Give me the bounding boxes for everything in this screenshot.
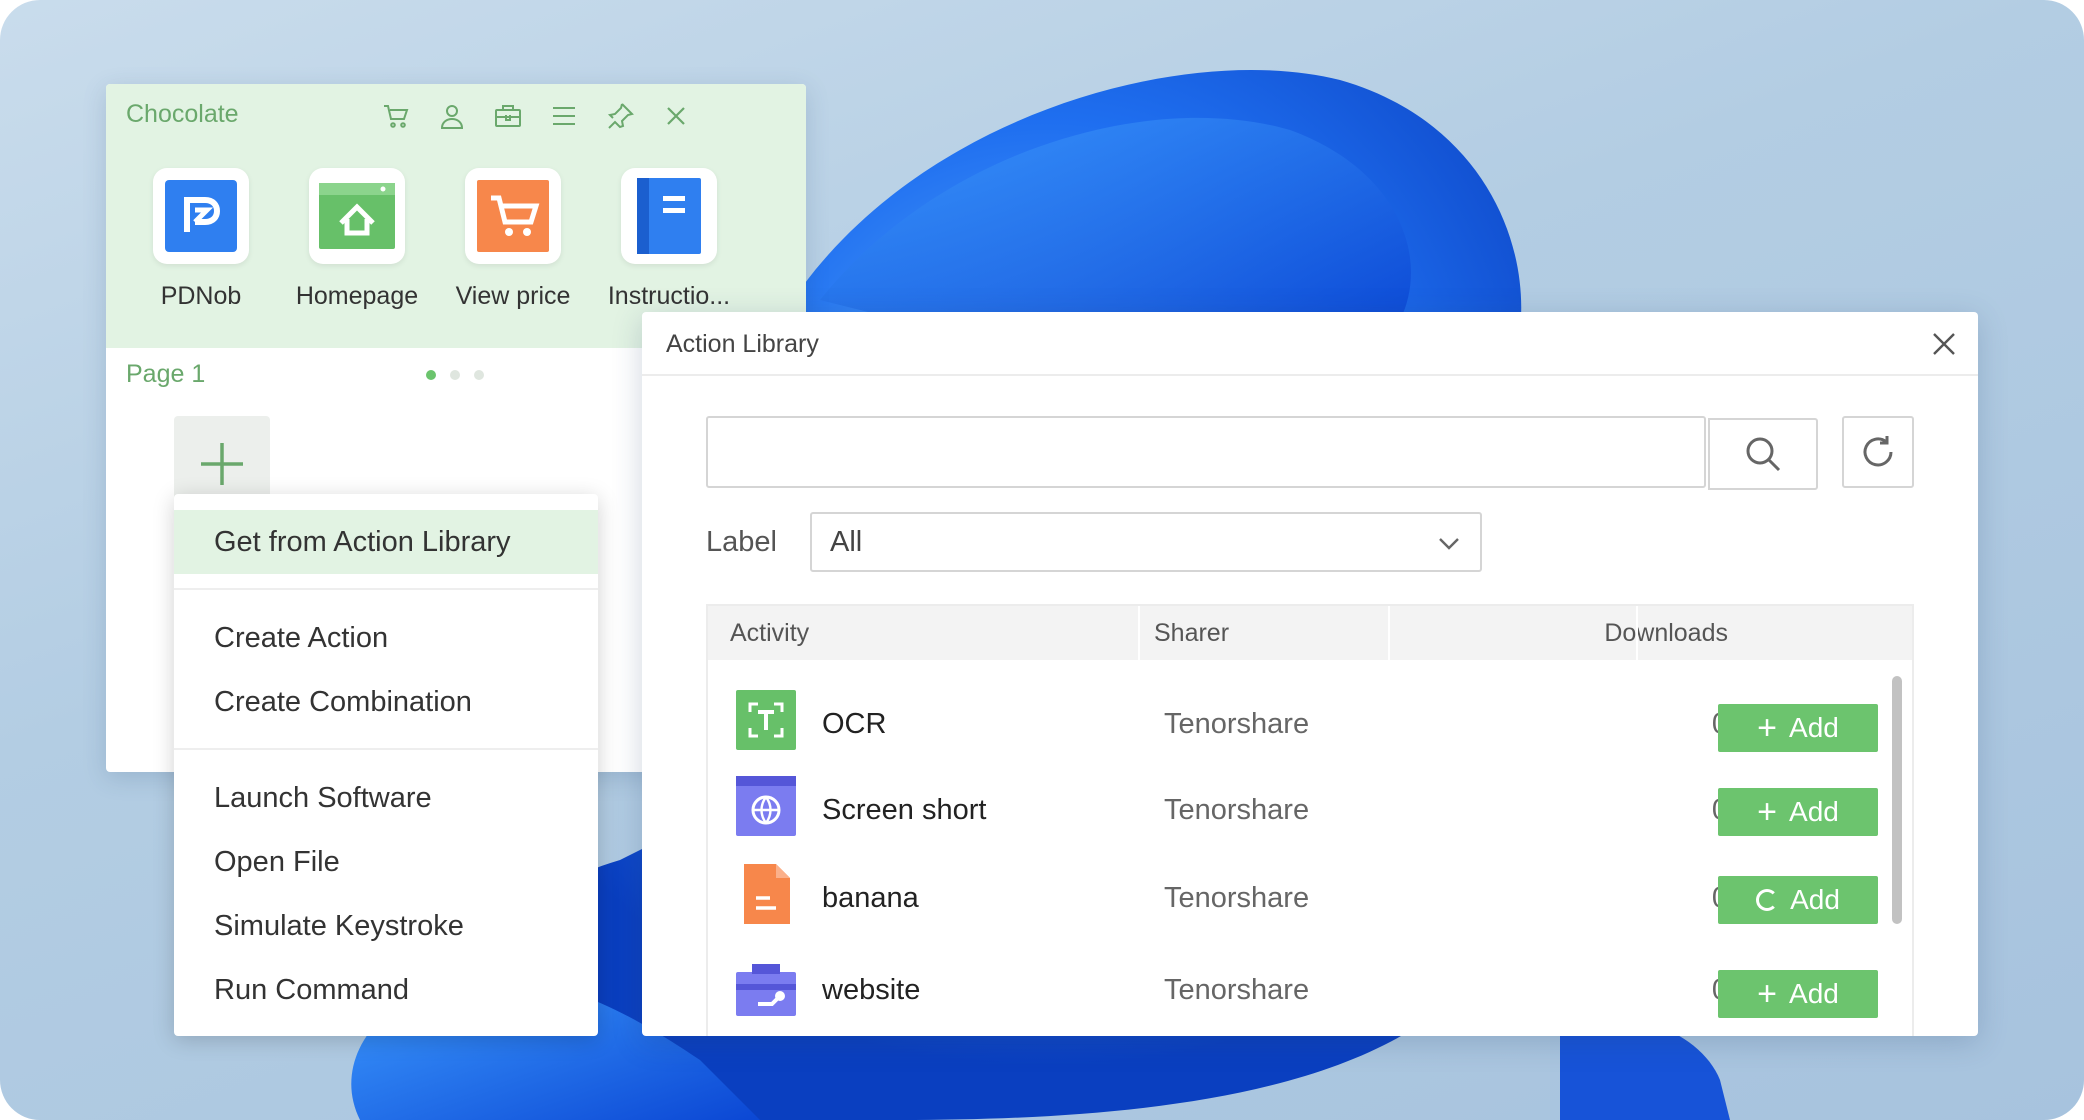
add-label: Add [1789, 712, 1839, 743]
sharer: Tenorshare [1164, 794, 1310, 826]
menu-item-open-file[interactable]: Open File [174, 830, 598, 894]
document-icon [621, 168, 717, 264]
app-instructions[interactable]: Instructio... [594, 168, 744, 328]
app-homepage[interactable]: Homepage [282, 168, 432, 328]
label-filter-select[interactable]: All [810, 512, 1482, 572]
globe-window-icon [736, 776, 796, 836]
launcher-toolbar [368, 94, 704, 138]
chevron-down-icon [1439, 538, 1459, 550]
user-icon[interactable] [424, 94, 480, 138]
sharer: Tenorshare [1164, 882, 1310, 914]
search-icon [1746, 437, 1781, 472]
toolbox-icon[interactable] [480, 94, 536, 138]
pin-icon[interactable] [592, 94, 648, 138]
table-row: banana Tenorshare 0 Add [708, 850, 1898, 938]
table-header: Activity Sharer Downloads [708, 606, 1912, 660]
add-label: Add [1789, 796, 1839, 827]
downloads: 0 [1528, 974, 1728, 1007]
add-button-loading[interactable]: Add [1718, 876, 1878, 924]
downloads: 0 [1528, 794, 1728, 827]
actions-table: Activity Sharer Downloads OCR Tenorshare… [706, 604, 1914, 1036]
column-header-sharer[interactable]: Sharer [1154, 606, 1229, 660]
close-icon [1933, 333, 1955, 355]
activity-name: website [822, 974, 921, 1006]
activity-name: OCR [822, 708, 887, 740]
dialog-divider [642, 374, 1978, 376]
app-label: Instructio... [607, 282, 731, 310]
page-dot-2[interactable] [450, 370, 460, 380]
page-label: Page 1 [126, 360, 206, 388]
table-scrollbar[interactable] [1892, 676, 1902, 924]
plus-icon: + [1757, 793, 1778, 831]
app-view-price[interactable]: View price [438, 168, 588, 328]
dialog-close-button[interactable] [1926, 326, 1962, 362]
app-pdnob[interactable]: PDNob [126, 168, 276, 328]
add-button[interactable]: + Add [1718, 970, 1878, 1018]
plus-icon: + [1757, 975, 1778, 1013]
search-input[interactable] [708, 418, 1704, 486]
menu-icon[interactable] [536, 94, 592, 138]
table-row: website Tenorshare 0 + Add [708, 940, 1898, 1028]
refresh-button[interactable] [1842, 416, 1914, 488]
add-action-menu: Get from Action Library Create Action Cr… [174, 494, 598, 1036]
downloads: 0 [1528, 708, 1728, 741]
add-label: Add [1789, 978, 1839, 1009]
page-dot-1[interactable] [426, 370, 436, 380]
search-button[interactable] [1708, 418, 1818, 490]
label-filter-label: Label [706, 526, 777, 558]
app-label: View price [455, 282, 571, 310]
page-indicator [426, 370, 484, 380]
search-box [706, 416, 1818, 490]
column-divider [1636, 606, 1638, 660]
menu-item-get-from-action-library[interactable]: Get from Action Library [174, 510, 598, 574]
menu-divider [174, 588, 598, 590]
sharer: Tenorshare [1164, 708, 1310, 740]
loading-spinner-icon [1756, 889, 1779, 911]
add-button[interactable]: + Add [1718, 788, 1878, 836]
app-label: Homepage [295, 282, 419, 310]
activity-name: banana [822, 882, 919, 914]
cart-app-icon [465, 168, 561, 264]
add-label: Add [1790, 884, 1840, 915]
plus-icon: + [1757, 709, 1778, 747]
plus-icon [201, 443, 243, 485]
table-row: OCR Tenorshare 0 + Add [708, 676, 1898, 764]
pdnob-icon [153, 168, 249, 264]
app-label: PDNob [160, 282, 242, 310]
table-row: Screen short Tenorshare 0 + Add [708, 762, 1898, 850]
menu-item-create-combination[interactable]: Create Combination [174, 670, 598, 734]
sharer: Tenorshare [1164, 974, 1310, 1006]
menu-item-run-command[interactable]: Run Command [174, 958, 598, 1022]
column-divider [1388, 606, 1390, 660]
refresh-icon [1863, 436, 1893, 467]
column-header-downloads[interactable]: Downloads [1488, 606, 1728, 660]
add-button[interactable]: + Add [1718, 704, 1878, 752]
column-header-activity[interactable]: Activity [730, 606, 809, 660]
menu-item-simulate-keystroke[interactable]: Simulate Keystroke [174, 894, 598, 958]
select-value: All [830, 526, 863, 558]
downloads: 0 [1528, 882, 1728, 915]
ocr-icon [736, 690, 796, 750]
file-icon [744, 864, 790, 924]
homepage-icon [309, 168, 405, 264]
desktop: Chocolate PDNob Homepage View price Inst… [0, 0, 2084, 1120]
activity-name: Screen short [822, 794, 987, 826]
toolbox-wrench-icon [736, 964, 796, 1016]
menu-item-launch-software[interactable]: Launch Software [174, 766, 598, 830]
page-dot-3[interactable] [474, 370, 484, 380]
app-grid: PDNob Homepage View price Instructio... [126, 168, 806, 328]
cart-icon[interactable] [368, 94, 424, 138]
column-divider [1138, 606, 1140, 660]
close-icon[interactable] [648, 94, 704, 138]
dialog-title: Action Library [666, 330, 819, 358]
app-title: Chocolate [126, 100, 239, 128]
action-library-dialog: Action Library Label All Activity Sharer [642, 312, 1978, 1036]
menu-item-create-action[interactable]: Create Action [174, 606, 598, 670]
menu-divider [174, 748, 598, 750]
